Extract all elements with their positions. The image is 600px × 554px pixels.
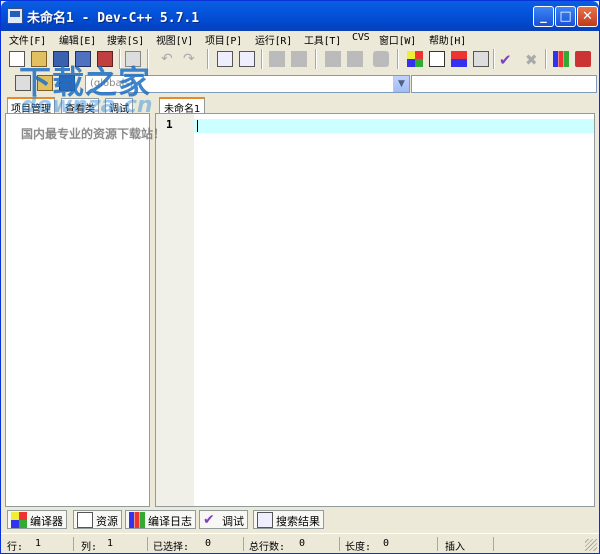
toolbar-separator bbox=[545, 49, 547, 69]
run-icon[interactable] bbox=[429, 51, 445, 67]
compiler-icon bbox=[11, 512, 27, 528]
status-row-label: 行: bbox=[7, 542, 24, 553]
chart-icon bbox=[129, 512, 145, 528]
tab-debug-output-label: 调试 bbox=[222, 515, 244, 528]
bottom-tabs: 编译器 资源 编译日志 ✔ 调试 搜索结果 bbox=[5, 508, 595, 530]
tab-resources[interactable]: 资源 bbox=[73, 510, 122, 529]
bookmark-icon[interactable] bbox=[291, 51, 307, 67]
status-total-label: 总行数: bbox=[249, 542, 286, 553]
editor-area: 未命名1 1 bbox=[155, 97, 595, 507]
status-len-value: 0 bbox=[383, 538, 390, 549]
tab-compiler[interactable]: 编译器 bbox=[7, 510, 67, 529]
tab-search-results[interactable]: 搜索结果 bbox=[253, 510, 324, 529]
function-combo[interactable] bbox=[411, 75, 597, 93]
tab-debug-output[interactable]: ✔ 调试 bbox=[199, 510, 248, 529]
toolbar-separator bbox=[315, 49, 317, 69]
stop-icon[interactable] bbox=[373, 51, 389, 67]
chevron-down-icon[interactable]: ▼ bbox=[393, 76, 409, 92]
menu-edit[interactable]: 编辑[E] bbox=[59, 32, 96, 47]
status-sel-value: 0 bbox=[205, 538, 212, 549]
compile-icon[interactable] bbox=[407, 51, 423, 67]
profile-chart-icon[interactable] bbox=[553, 51, 569, 67]
back-icon[interactable] bbox=[325, 51, 341, 67]
menu-view[interactable]: 视图[V] bbox=[156, 32, 193, 47]
status-divider bbox=[243, 537, 244, 551]
stop-debug-icon[interactable]: ✖ bbox=[525, 51, 541, 69]
menu-project[interactable]: 项目[P] bbox=[205, 32, 242, 47]
current-line-highlight bbox=[194, 119, 594, 133]
minimize-button[interactable]: _ bbox=[533, 6, 554, 27]
check-icon: ✔ bbox=[203, 512, 215, 528]
project-tree[interactable] bbox=[5, 113, 150, 507]
toolbar-separator bbox=[207, 49, 209, 69]
status-total-value: 0 bbox=[299, 538, 306, 549]
code-editor[interactable]: 1 bbox=[155, 113, 595, 507]
status-divider bbox=[339, 537, 340, 551]
maximize-button[interactable]: □ bbox=[555, 6, 576, 27]
goto-line-icon[interactable] bbox=[269, 51, 285, 67]
tab-search-results-label: 搜索结果 bbox=[276, 515, 320, 528]
resources-icon bbox=[77, 512, 93, 528]
close-icon: ✕ bbox=[582, 9, 593, 24]
status-divider bbox=[73, 537, 74, 551]
editor-tab[interactable]: 未命名1 bbox=[159, 97, 206, 115]
forward-icon[interactable] bbox=[347, 51, 363, 67]
maximize-icon: □ bbox=[559, 9, 572, 24]
watermark-slogan: 国内最专业的资源下载站！ bbox=[21, 127, 166, 141]
menu-help[interactable]: 帮助[H] bbox=[429, 32, 466, 47]
status-insert-mode: 插入 bbox=[445, 542, 465, 553]
close-button[interactable]: ✕ bbox=[577, 6, 598, 27]
toolbar-separator bbox=[397, 49, 399, 69]
toolbar-separator bbox=[261, 49, 263, 69]
left-panel: 项目管理 查看类 调试 bbox=[5, 97, 150, 507]
menu-file[interactable]: 文件[F] bbox=[9, 32, 46, 47]
line-number: 1 bbox=[166, 118, 173, 131]
toolbar-separator bbox=[493, 49, 495, 69]
find-icon[interactable] bbox=[217, 51, 233, 67]
status-sel-label: 已选择: bbox=[153, 542, 190, 553]
tab-compile-log-label: 编译日志 bbox=[148, 515, 192, 528]
menu-search[interactable]: 搜索[S] bbox=[107, 32, 144, 47]
window-title: 未命名1 - Dev-C++ 5.7.1 bbox=[27, 11, 200, 26]
status-divider bbox=[147, 537, 148, 551]
status-divider bbox=[437, 537, 438, 551]
tab-compile-log[interactable]: 编译日志 bbox=[125, 510, 196, 529]
compile-run-icon[interactable] bbox=[451, 51, 467, 67]
resize-grip-icon[interactable] bbox=[585, 539, 597, 551]
redo-icon[interactable]: ↷ bbox=[183, 51, 199, 67]
line-gutter bbox=[156, 114, 194, 506]
app-icon bbox=[7, 8, 23, 24]
status-col-label: 列: bbox=[81, 542, 98, 553]
status-divider bbox=[493, 537, 494, 551]
status-row-value: 1 bbox=[35, 538, 42, 549]
menu-window[interactable]: 窗口[W] bbox=[379, 32, 416, 47]
menu-run[interactable]: 运行[R] bbox=[255, 32, 292, 47]
menu-bar: 文件[F] 编辑[E] 搜索[S] 视图[V] 项目[P] 运行[R] 工具[T… bbox=[1, 31, 599, 48]
watermark-site: downza.cn bbox=[21, 93, 153, 118]
rebuild-icon[interactable] bbox=[473, 51, 489, 67]
menu-tools[interactable]: 工具[T] bbox=[304, 32, 341, 47]
search-icon bbox=[257, 512, 273, 528]
minimize-icon: _ bbox=[540, 9, 547, 24]
status-bar: 行: 1 列: 1 已选择: 0 总行数: 0 长度: 0 插入 bbox=[1, 533, 599, 553]
title-bar: 未命名1 - Dev-C++ 5.7.1 _ □ ✕ bbox=[1, 1, 599, 31]
status-col-value: 1 bbox=[107, 538, 114, 549]
debug-check-icon[interactable]: ✔ bbox=[499, 51, 515, 69]
main-window: 未命名1 - Dev-C++ 5.7.1 _ □ ✕ 文件[F] 编辑[E] 搜… bbox=[0, 0, 600, 554]
text-caret bbox=[197, 120, 198, 132]
undo-icon[interactable]: ↶ bbox=[161, 51, 177, 67]
menu-cvs[interactable]: CVS bbox=[352, 32, 370, 43]
replace-icon[interactable] bbox=[239, 51, 255, 67]
tab-compiler-label: 编译器 bbox=[30, 515, 63, 528]
status-len-label: 长度: bbox=[345, 542, 372, 553]
delete-profile-icon[interactable] bbox=[575, 51, 591, 67]
tab-resources-label: 资源 bbox=[96, 515, 118, 528]
